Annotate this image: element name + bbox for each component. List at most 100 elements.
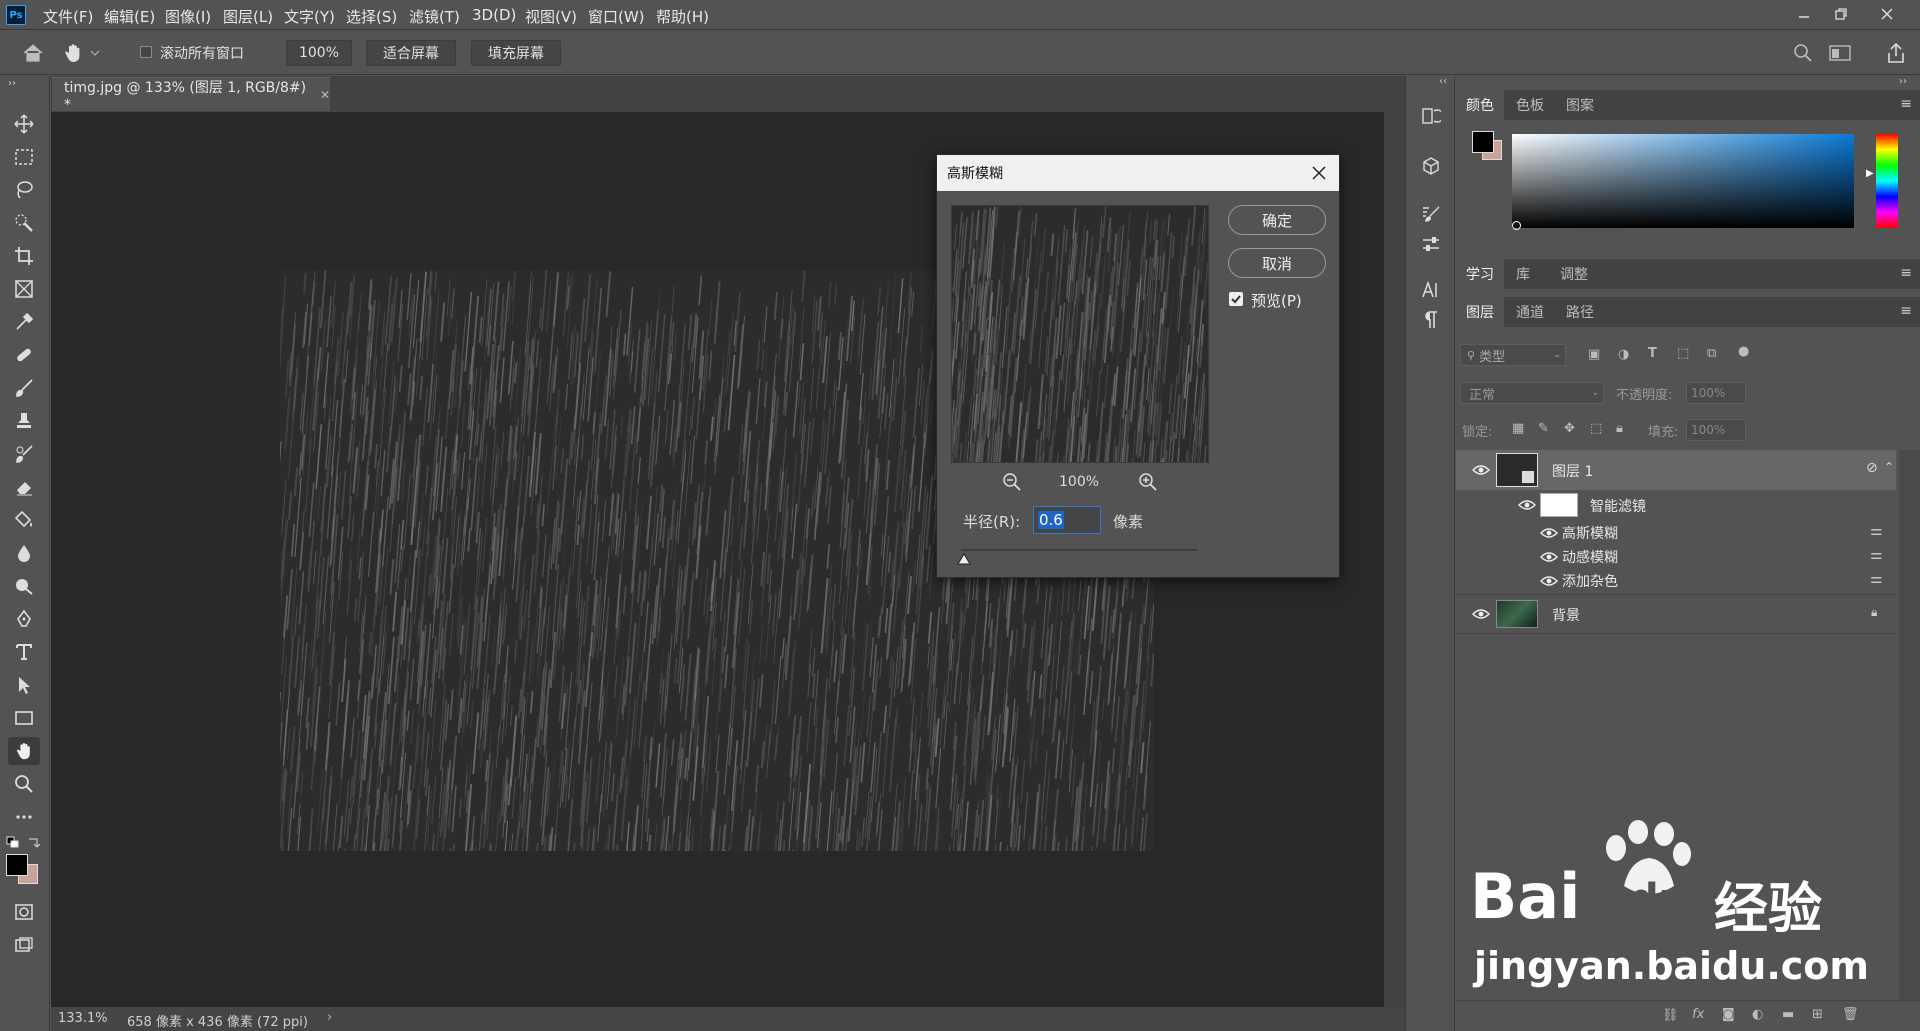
link-layers-icon[interactable]: ⛓︎ xyxy=(1662,1008,1679,1023)
visibility-eye-icon[interactable] xyxy=(1540,575,1558,587)
blending-options-icon[interactable]: ⚌ xyxy=(1870,571,1883,587)
ok-button[interactable]: 确定 xyxy=(1228,205,1326,235)
3d-panel-button[interactable] xyxy=(1416,152,1446,180)
layer-filter-kind[interactable]: ⚲ 类型 ⌄ xyxy=(1460,344,1566,366)
chevron-up-icon[interactable]: ⌃ xyxy=(1884,460,1894,474)
more-tools[interactable] xyxy=(8,803,40,831)
visibility-eye-icon[interactable] xyxy=(1472,608,1490,620)
menu-type[interactable]: 文字(Y) xyxy=(284,6,335,27)
menu-edit[interactable]: 编辑(E) xyxy=(104,6,155,27)
filter-pixel-icon[interactable]: ▣ xyxy=(1588,347,1600,362)
close-button[interactable] xyxy=(1872,2,1902,26)
paint-bucket-tool[interactable] xyxy=(8,506,40,534)
delete-layer-icon[interactable]: 🗑︎ xyxy=(1842,1007,1859,1022)
filter-shape-icon[interactable]: ⬚ xyxy=(1677,346,1689,361)
radius-slider-track[interactable] xyxy=(961,549,1197,551)
fx-icon[interactable]: fx xyxy=(1692,1007,1704,1022)
type-tool[interactable] xyxy=(8,638,40,666)
paragraph-panel-button[interactable] xyxy=(1416,306,1446,334)
search-icon[interactable] xyxy=(1793,43,1813,67)
collapse-chevron-icon[interactable]: ›› xyxy=(8,78,16,89)
blur-tool[interactable] xyxy=(8,539,40,567)
visibility-eye-icon[interactable] xyxy=(1540,527,1558,539)
filter-smart-object-icon[interactable]: ⧉ xyxy=(1707,346,1716,361)
history-panel-button[interactable] xyxy=(1416,102,1446,130)
fill-screen-button[interactable]: 填充屏幕 xyxy=(471,40,561,66)
menu-layer[interactable]: 图层(L) xyxy=(223,6,273,27)
scroll-all-checkbox[interactable] xyxy=(140,46,152,58)
tab-patterns[interactable]: 图案 xyxy=(1556,90,1604,120)
minimize-button[interactable] xyxy=(1789,2,1819,26)
status-zoom[interactable]: 133.1% xyxy=(58,1011,108,1026)
home-icon[interactable] xyxy=(22,43,44,67)
filter-row-gaussian[interactable]: 高斯模糊 ⚌ xyxy=(1456,520,1896,544)
add-mask-icon[interactable]: ◙ xyxy=(1722,1007,1735,1022)
filter-row-motion[interactable]: 动感模糊 ⚌ xyxy=(1456,544,1896,568)
frame-tool[interactable] xyxy=(8,275,40,303)
filter-adjustment-icon[interactable]: ◑ xyxy=(1618,347,1629,362)
filter-mask-thumbnail[interactable] xyxy=(1540,493,1578,517)
foreground-color-swatch[interactable] xyxy=(6,854,28,876)
menu-window[interactable]: 窗口(W) xyxy=(588,6,645,27)
layer-row-smart-filters[interactable]: 智能滤镜 xyxy=(1456,490,1896,520)
visibility-eye-icon[interactable] xyxy=(1518,499,1536,511)
tab-close-icon[interactable]: ✕ xyxy=(320,88,330,102)
lock-all-icon[interactable]: 🔒︎ xyxy=(1616,421,1623,436)
menu-3d[interactable]: 3D(D) xyxy=(472,6,516,24)
tab-libraries[interactable]: 库 xyxy=(1506,259,1540,289)
quick-select-tool[interactable] xyxy=(8,209,40,237)
adjustment-layer-icon[interactable]: ◐ xyxy=(1752,1007,1763,1022)
zoom-in-icon[interactable] xyxy=(1139,473,1157,495)
tab-adjustments[interactable]: 调整 xyxy=(1550,259,1598,289)
blending-options-icon[interactable]: ⚌ xyxy=(1870,547,1883,563)
tab-learn[interactable]: 学习 xyxy=(1456,259,1504,289)
path-select-tool[interactable] xyxy=(8,671,40,699)
menu-filter[interactable]: 滤镜(T) xyxy=(409,6,460,27)
lock-position-icon[interactable]: ✥ xyxy=(1564,421,1575,436)
stamp-tool[interactable] xyxy=(8,407,40,435)
tab-channels[interactable]: 通道 xyxy=(1506,297,1554,327)
lock-artboard-icon[interactable]: ⬚ xyxy=(1590,421,1602,436)
collapse-chevron-icon[interactable]: ‹‹ xyxy=(1439,76,1447,87)
crop-tool[interactable] xyxy=(8,242,40,270)
radius-input[interactable]: 0.6 xyxy=(1033,506,1101,534)
panel-menu-icon[interactable]: ≡ xyxy=(1900,96,1912,112)
menu-select[interactable]: 选择(S) xyxy=(346,6,397,27)
tab-layers[interactable]: 图层 xyxy=(1456,297,1504,327)
panel-menu-icon[interactable]: ≡ xyxy=(1900,303,1912,319)
zoom-value-field[interactable]: 100% xyxy=(286,40,352,66)
screen-mode-button[interactable] xyxy=(8,931,40,959)
eraser-tool[interactable] xyxy=(8,473,40,501)
rectangle-tool[interactable] xyxy=(8,704,40,732)
new-layer-icon[interactable]: ⊞ xyxy=(1812,1007,1823,1022)
dialog-title-bar[interactable]: 高斯模糊 xyxy=(937,155,1339,191)
hue-pointer-icon[interactable]: ▶ xyxy=(1866,168,1874,179)
zoom-tool[interactable] xyxy=(8,770,40,798)
default-colors-icon[interactable] xyxy=(6,836,20,852)
color-picker-cursor[interactable] xyxy=(1512,221,1521,230)
visibility-eye-icon[interactable] xyxy=(1540,551,1558,563)
lasso-tool[interactable] xyxy=(8,176,40,204)
hand-tool[interactable] xyxy=(8,737,40,765)
tab-color[interactable]: 颜色 xyxy=(1456,90,1504,120)
close-icon[interactable] xyxy=(1312,166,1326,180)
hue-slider[interactable] xyxy=(1876,134,1898,228)
pen-tool[interactable] xyxy=(8,605,40,633)
cancel-button[interactable]: 取消 xyxy=(1228,248,1326,278)
move-tool[interactable] xyxy=(8,110,40,138)
color-fg-swatch[interactable] xyxy=(1472,131,1494,153)
status-arrow-icon[interactable]: › xyxy=(327,1010,332,1025)
filter-row-noise[interactable]: 添加杂色 ⚌ xyxy=(1456,568,1896,592)
new-group-icon[interactable]: ▬ xyxy=(1782,1007,1794,1022)
fill-field[interactable]: 100% xyxy=(1686,419,1746,441)
filter-toggle-icon[interactable]: ● xyxy=(1738,344,1749,359)
fit-screen-button[interactable]: 适合屏幕 xyxy=(366,40,456,66)
layer-name[interactable]: 背景 xyxy=(1552,605,1580,625)
filter-name[interactable]: 高斯模糊 xyxy=(1562,523,1618,543)
restore-button[interactable] xyxy=(1826,2,1856,26)
tab-paths[interactable]: 路径 xyxy=(1556,297,1604,327)
document-tab[interactable]: timg.jpg @ 133% (图层 1, RGB/8#) * ✕ xyxy=(52,77,330,113)
lock-paint-icon[interactable]: ✎ xyxy=(1538,421,1549,436)
filter-preview[interactable] xyxy=(951,205,1209,463)
collapse-chevron-icon[interactable]: ›› xyxy=(1899,76,1907,87)
